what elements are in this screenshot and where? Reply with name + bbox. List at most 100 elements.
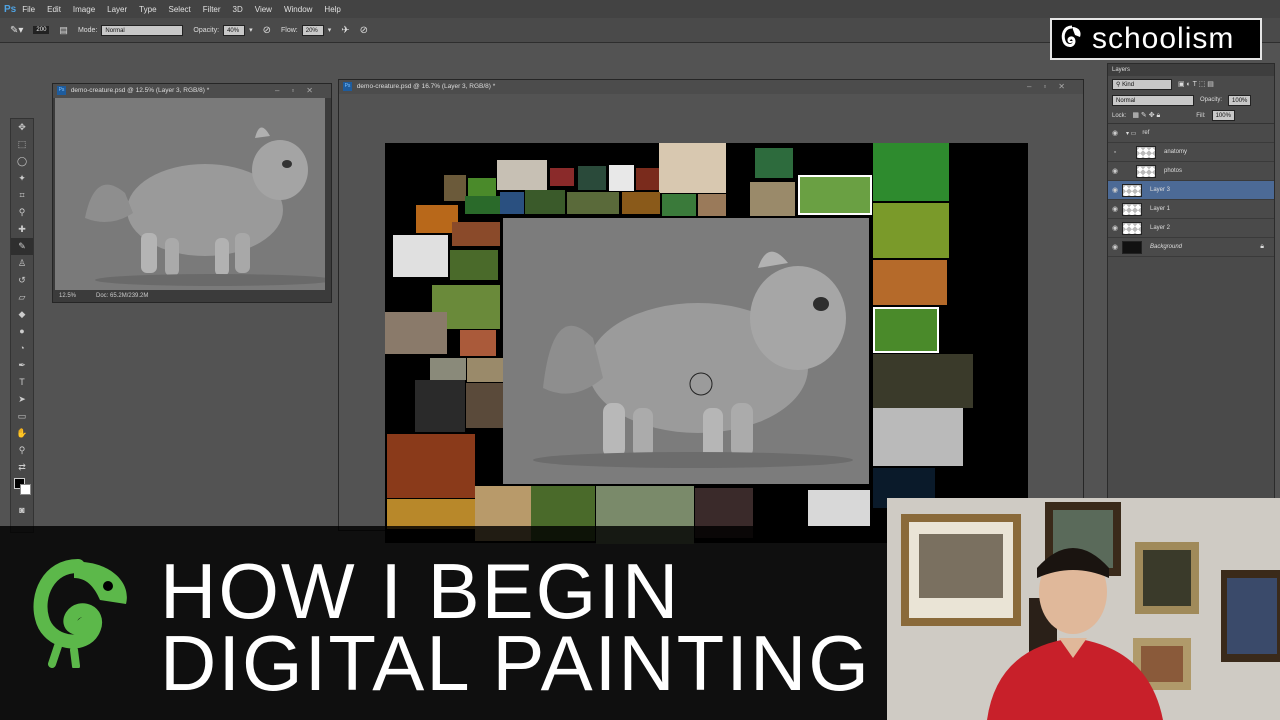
pen-tool-icon[interactable]: ✒ (11, 357, 33, 374)
brush-tool-icon[interactable]: ✎ (11, 238, 33, 255)
visibility-eye-icon[interactable]: ◉ (1108, 205, 1122, 213)
zoom-tool-icon[interactable]: ⚲ (11, 442, 33, 459)
menu-window[interactable]: Window (284, 5, 312, 14)
layer-row-ref[interactable]: ◉ ▾ ▭ ref (1108, 124, 1274, 143)
mode-control: Mode: Normal (78, 24, 184, 36)
ref-photo (452, 222, 500, 246)
background-color[interactable] (20, 484, 31, 495)
ref-photo (873, 260, 947, 305)
ref-photo (466, 383, 504, 428)
chameleon-logo-icon (1061, 25, 1081, 47)
menu-layer[interactable]: Layer (107, 5, 127, 14)
layer-row-photos[interactable]: ◉ photos (1108, 162, 1274, 181)
layer-name: Layer 3 (1150, 187, 1171, 193)
ref-photo (497, 160, 547, 190)
layer-row-background[interactable]: ◉ Background 🔒︎ (1108, 238, 1274, 257)
blur-tool-icon[interactable]: ● (11, 323, 33, 340)
visibility-toggle[interactable]: ▫ (1108, 149, 1122, 156)
visibility-eye-icon[interactable]: ◉ (1108, 129, 1122, 137)
move-tool-icon[interactable]: ✥ (11, 119, 33, 136)
layer-thumbnail (1122, 240, 1142, 254)
menu-bar: Ps File Edit Image Layer Type Select Fil… (0, 0, 1280, 18)
history-brush-icon[interactable]: ↺ (11, 272, 33, 289)
menu-edit[interactable]: Edit (47, 5, 61, 14)
blend-mode-select[interactable]: Normal (1112, 94, 1194, 106)
layer-name: anatomy (1164, 149, 1188, 155)
stamp-tool-icon[interactable]: ♙ (11, 255, 33, 272)
layer-thumbnail (1122, 183, 1142, 197)
opacity-dropdown-icon[interactable]: ▾ (249, 26, 253, 34)
shape-tool-icon[interactable]: ▭ (11, 408, 33, 425)
pressure-size-icon[interactable]: ⊘ (360, 25, 368, 36)
menu-help[interactable]: Help (324, 5, 340, 14)
layer-row-anatomy[interactable]: ▫ anatomy (1108, 143, 1274, 162)
menu-image[interactable]: Image (73, 5, 95, 14)
lock-icon: 🔒︎ (1260, 243, 1264, 250)
lock-label: Lock: (1112, 112, 1127, 119)
brush-size-picker[interactable]: 200 (33, 26, 50, 34)
brush-panel-icon[interactable]: ▤ (59, 25, 68, 36)
visibility-eye-icon[interactable]: ◉ (1108, 167, 1122, 175)
menu-3d[interactable]: 3D (233, 5, 243, 14)
zoom-readout[interactable]: 12.5% (59, 290, 76, 302)
lock-icons[interactable]: ▦ ✎ ✥ 🔒︎ (1132, 111, 1160, 120)
secondary-document-window: Ps demo-creature.psd @ 12.5% (Layer 3, R… (52, 83, 332, 303)
eraser-tool-icon[interactable]: ▱ (11, 289, 33, 306)
layer-row-layer-1[interactable]: ◉ Layer 1 (1108, 200, 1274, 219)
swap-colors-icon[interactable]: ⇄ (11, 459, 33, 476)
crop-tool-icon[interactable]: ⌗ (11, 187, 33, 204)
layer-name: Layer 2 (1150, 225, 1171, 231)
layer-row-layer-3[interactable]: ◉ Layer 3 (1108, 181, 1274, 200)
window-controls[interactable]: –▫✕ (275, 84, 325, 98)
hand-tool-icon[interactable]: ✋ (11, 425, 33, 442)
marquee-tool-icon[interactable]: ⬚ (11, 136, 33, 153)
layers-panel: Layers ⚲ Kind ▣ ◐ T ⬚ ▤ Normal Opacity: … (1107, 63, 1275, 503)
brush-tool-icon[interactable]: ✎▾ (10, 25, 23, 36)
kind-filter-select[interactable]: ⚲ Kind (1112, 78, 1172, 90)
secondary-canvas[interactable] (55, 98, 325, 290)
flow-input[interactable]: 20% (301, 24, 324, 36)
type-tool-icon[interactable]: T (11, 374, 33, 391)
bucket-tool-icon[interactable]: ◆ (11, 306, 33, 323)
creature-painting[interactable] (503, 218, 869, 484)
ref-photo (873, 408, 963, 466)
visibility-eye-icon[interactable]: ◉ (1108, 243, 1122, 251)
menu-type[interactable]: Type (139, 5, 156, 14)
mode-select[interactable]: Normal (101, 24, 184, 36)
ref-photo (467, 358, 503, 382)
fill-input[interactable]: 100% (1211, 110, 1235, 121)
doc-size-readout: Doc: 65.2M/239.2M (96, 293, 149, 299)
menu-view[interactable]: View (255, 5, 272, 14)
opacity-control: Opacity: 40% ▾ (193, 24, 253, 36)
magic-wand-icon[interactable]: ✦ (11, 170, 33, 187)
path-select-icon[interactable]: ➤ (11, 391, 33, 408)
dodge-tool-icon[interactable]: ◔ (11, 340, 33, 357)
opacity-label: Opacity: (193, 26, 220, 34)
lasso-tool-icon[interactable]: ◯ (11, 153, 33, 170)
layers-tab[interactable]: Layers (1108, 64, 1274, 76)
menu-filter[interactable]: Filter (203, 5, 221, 14)
pressure-opacity-icon[interactable]: ⊘ (263, 25, 271, 36)
visibility-eye-icon[interactable]: ◉ (1108, 224, 1122, 232)
opacity-input[interactable]: 40% (223, 24, 246, 36)
flow-dropdown-icon[interactable]: ▾ (328, 26, 332, 34)
menu-select[interactable]: Select (169, 5, 191, 14)
layer-opacity-input[interactable]: 100% (1228, 94, 1252, 106)
schoolism-logo: schoolism (1050, 18, 1262, 60)
eyedropper-tool-icon[interactable]: ⚲ (11, 204, 33, 221)
healing-tool-icon[interactable]: ✚ (11, 221, 33, 238)
airbrush-icon[interactable]: ✈ (341, 25, 349, 36)
main-window-controls[interactable]: –▫✕ (1027, 80, 1077, 94)
window-title-bar[interactable]: Ps demo-creature.psd @ 12.5% (Layer 3, R… (53, 84, 331, 98)
layer-row-layer-2[interactable]: ◉ Layer 2 (1108, 219, 1274, 238)
menu-file[interactable]: File (22, 5, 35, 14)
filter-icons[interactable]: ▣ ◐ T ⬚ ▤ (1178, 80, 1214, 88)
ref-photo (444, 175, 466, 201)
visibility-eye-icon[interactable]: ◉ (1108, 186, 1122, 194)
main-window-title-bar[interactable]: Ps demo-creature.psd @ 16.7% (Layer 3, R… (339, 80, 1083, 94)
creature-sketch-main (533, 251, 853, 468)
ref-photo (750, 182, 795, 216)
color-swatches[interactable] (11, 476, 33, 502)
quick-mask-icon[interactable]: ◙ (11, 502, 33, 519)
brand-name: schoolism (1092, 22, 1235, 55)
